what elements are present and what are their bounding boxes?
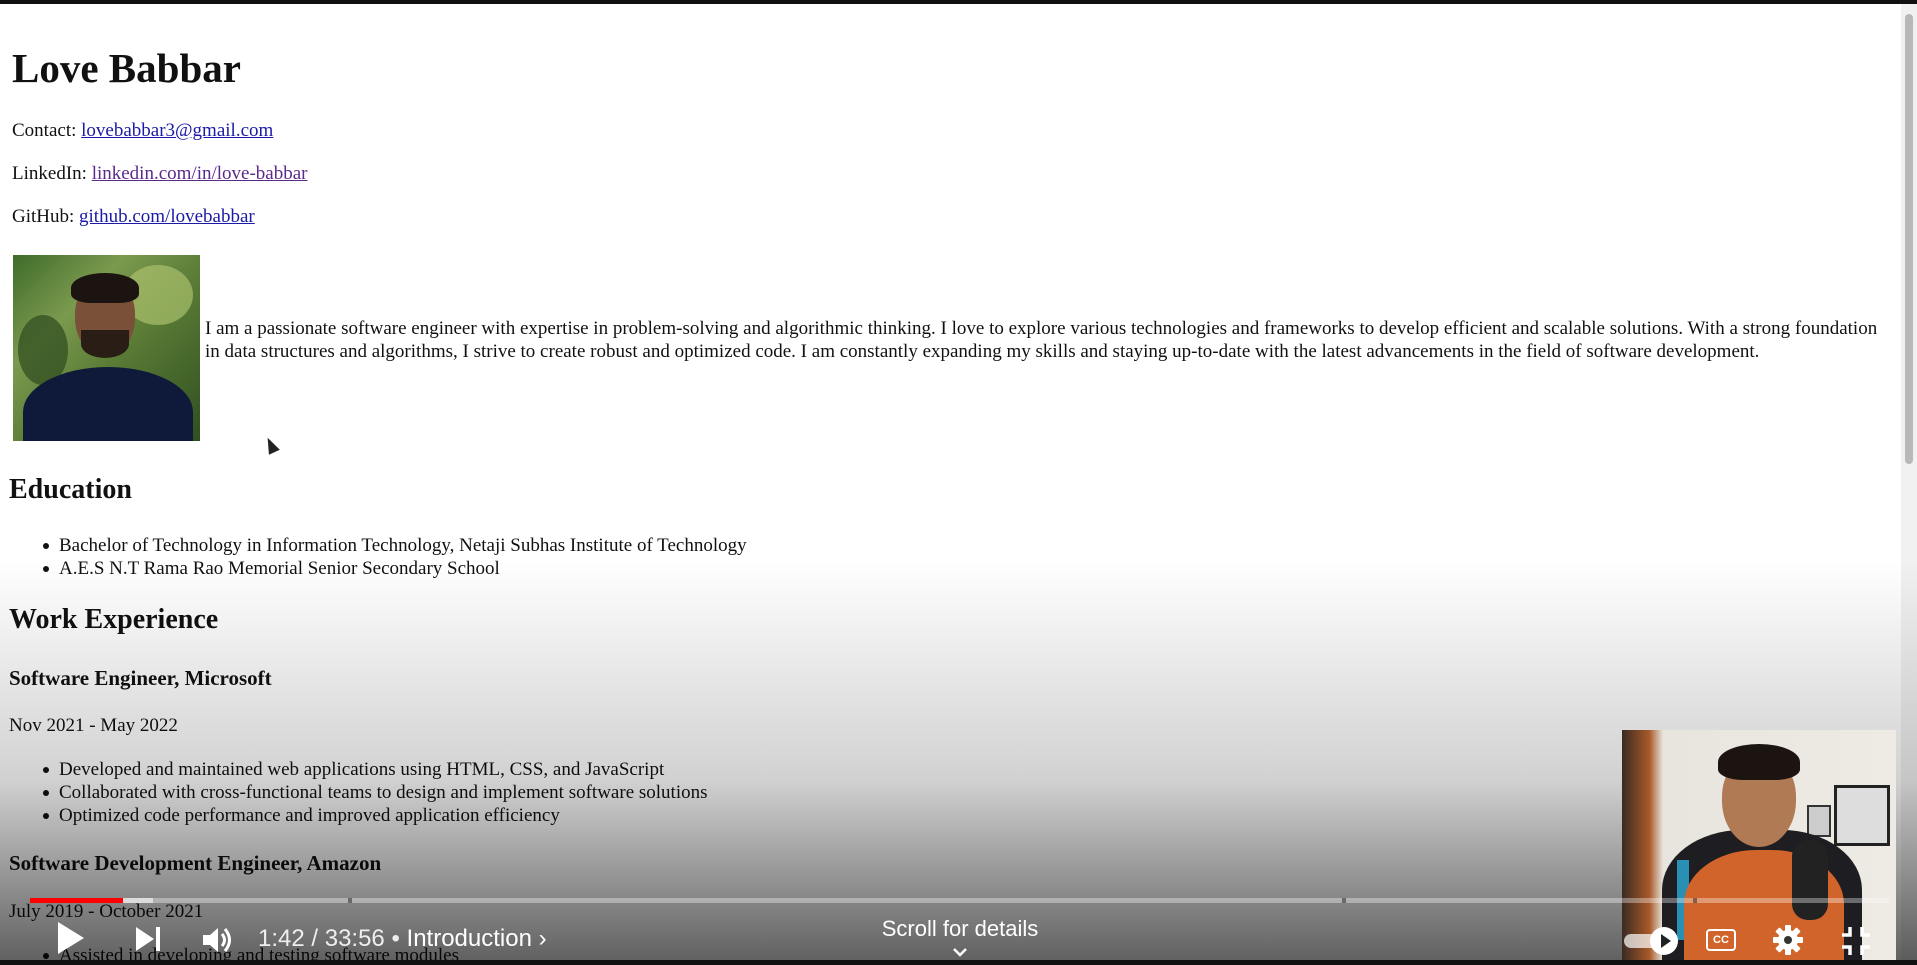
autoplay-toggle[interactable] xyxy=(1624,926,1678,956)
contact-line: Contact: lovebabbar3@gmail.com xyxy=(12,120,273,142)
linkedin-link[interactable]: linkedin.com/in/love-babbar xyxy=(92,163,308,184)
list-item: Developed and maintained web application… xyxy=(9,758,708,781)
volume-icon xyxy=(203,928,231,952)
scrollbar-thumb[interactable] xyxy=(1905,14,1913,464)
time-current-duration: 1:42 / 33:56 xyxy=(258,925,385,952)
chapter-title-button[interactable]: Introduction › xyxy=(407,925,547,952)
linkedin-line: LinkedIn: linkedin.com/in/love-babbar xyxy=(12,163,308,185)
job-title: Software Engineer, Microsoft xyxy=(9,666,272,690)
chevron-down-icon[interactable] xyxy=(950,946,970,960)
play-button[interactable] xyxy=(58,922,88,956)
separator: • xyxy=(391,925,400,952)
job-title: Software Development Engineer, Amazon xyxy=(9,851,382,875)
resume-page: Love Babbar Contact: lovebabbar3@gmail.c… xyxy=(0,4,1900,960)
list-item: A.E.S N.T Rama Rao Memorial Senior Secon… xyxy=(9,557,747,580)
chevron-right-icon: › xyxy=(538,925,547,952)
list-item: Optimized code performance and improved … xyxy=(9,804,708,827)
progress-bar[interactable] xyxy=(30,898,1889,903)
settings-button[interactable] xyxy=(1772,924,1804,956)
next-video-button[interactable] xyxy=(136,924,166,954)
scroll-for-details[interactable]: Scroll for details xyxy=(860,916,1060,942)
exit-fullscreen-icon xyxy=(1842,927,1870,955)
github-line: GitHub: github.com/lovebabbar xyxy=(12,206,255,228)
job-bullets: Developed and maintained web application… xyxy=(9,758,708,827)
exit-fullscreen-button[interactable] xyxy=(1840,925,1872,957)
job-dates: July 2019 - October 2021 xyxy=(9,901,204,922)
autoplay-toggle-icon xyxy=(1661,934,1671,948)
next-icon xyxy=(136,927,154,951)
about-paragraph: I am a passionate software engineer with… xyxy=(205,318,1878,362)
captions-icon: CC xyxy=(1706,929,1736,951)
progress-played xyxy=(30,898,123,903)
time-display: 1:42 / 33:56 • Introduction › xyxy=(258,925,547,953)
captions-button[interactable]: CC xyxy=(1706,929,1738,953)
list-item: Collaborated with cross-functional teams… xyxy=(9,781,708,804)
profile-photo xyxy=(13,255,200,441)
list-item: Bachelor of Technology in Information Te… xyxy=(9,534,747,557)
github-link[interactable]: github.com/lovebabbar xyxy=(79,206,255,227)
job-dates: Nov 2021 - May 2022 xyxy=(9,715,178,736)
work-experience-heading: Work Experience xyxy=(9,604,219,635)
play-icon xyxy=(58,922,84,954)
contact-label: Contact: xyxy=(12,120,77,141)
education-heading: Education xyxy=(9,474,132,505)
linkedin-label: LinkedIn: xyxy=(12,163,87,184)
email-link[interactable]: lovebabbar3@gmail.com xyxy=(81,120,273,141)
page-scrollbar[interactable] xyxy=(1901,4,1917,960)
education-list: Bachelor of Technology in Information Te… xyxy=(9,534,747,580)
settings-gear-icon xyxy=(1773,925,1803,955)
resume-name: Love Babbar xyxy=(12,45,241,91)
volume-button[interactable] xyxy=(201,925,235,955)
github-label: GitHub: xyxy=(12,206,75,227)
